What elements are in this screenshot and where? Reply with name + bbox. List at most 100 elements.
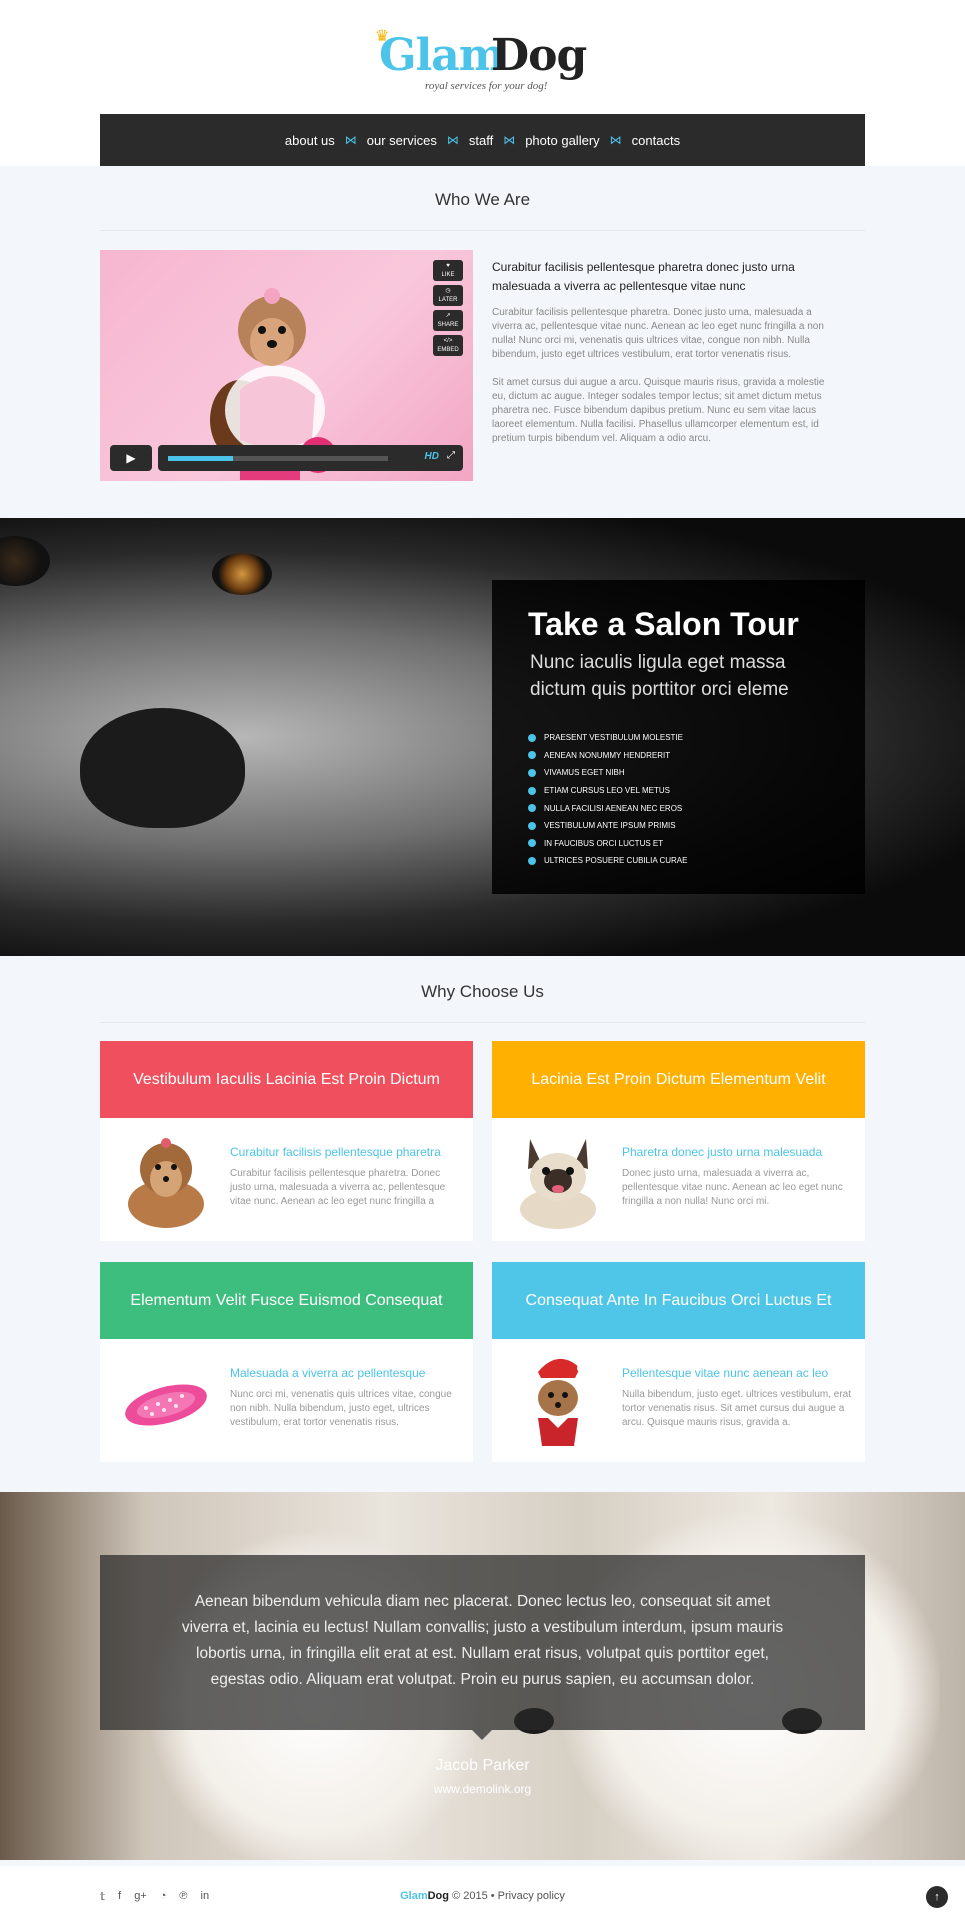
list-item: ULTRICES POSUERE CUBILIA CURAE (528, 852, 829, 870)
nav-photo-gallery[interactable]: photo gallery (519, 133, 605, 148)
salon-title: Take a Salon Tour (528, 606, 799, 642)
testimonial-site[interactable]: www.demolink.org (0, 1782, 965, 1796)
clock-icon: ◷ (445, 288, 451, 294)
share-label: SHARE (437, 322, 459, 328)
card-header[interactable]: Consequat Ante In Faucibus Orci Luctus E… (492, 1262, 865, 1339)
who-paragraph-2: Sit amet cursus dui augue a arcu. Quisqu… (492, 377, 825, 444)
who-text: Curabitur facilisis pellentesque pharetr… (492, 258, 832, 460)
list-item-text: NULLA FACILISI AENEAN NEC EROS (544, 803, 683, 813)
yorkie-santa-image (538, 1358, 587, 1446)
hd-badge[interactable]: HD (425, 451, 439, 462)
testimonial-quote: Aenean bibendum vehicula diam nec placer… (100, 1555, 865, 1740)
footer-brand-dog: Dog (427, 1890, 449, 1902)
later-label: LATER (438, 297, 458, 303)
card-text: Nunc orci mi, venenatis quis ultrices vi… (230, 1389, 452, 1428)
embed-button[interactable]: </> EMBED (433, 335, 463, 356)
french-bulldog-image (520, 1139, 596, 1229)
bullet-icon (528, 733, 536, 742)
video-player[interactable]: ♥ LIKE ◷ LATER ↗ SHARE </> EMBED ▶ HD ⤢ (100, 250, 473, 481)
nav-staff[interactable]: staff (463, 133, 499, 148)
later-button[interactable]: ◷ LATER (433, 285, 463, 306)
card-title[interactable]: Malesuada a viverra ac pellentesque (230, 1366, 425, 1380)
bullet-icon (528, 804, 536, 813)
logo-dog: Dog (491, 30, 587, 81)
who-title: Who We Are (434, 190, 531, 209)
bullet-icon (528, 821, 536, 830)
card-header[interactable]: Elementum Velit Fusce Euismod Consequat (100, 1262, 473, 1339)
bullet-icon (528, 751, 536, 760)
who-paragraph-1: Curabitur facilisis pellentesque pharetr… (492, 307, 824, 360)
card-title[interactable]: Pellentesque vitae nunc aenean ac leo (622, 1366, 828, 1380)
copyright-text[interactable]: © 2015 • Privacy policy (449, 1890, 565, 1902)
dog-eye-image (0, 536, 50, 586)
like-button[interactable]: ♥ LIKE (433, 260, 463, 281)
list-item: NULLA FACILISI AENEAN NEC EROS (528, 799, 829, 817)
list-item-text: AENEAN NONUMMY HENDRERIT (544, 750, 671, 760)
testimonial-section: Aenean bibendum vehicula diam nec placer… (0, 1492, 965, 1860)
list-item-text: VIVAMUS EGET NIBH (544, 768, 625, 778)
card-title[interactable]: Pharetra donec justo urna malesuada (622, 1145, 822, 1159)
card-text: Donec justo urna, malesuada a viverra ac… (622, 1168, 843, 1207)
list-item: AENEAN NONUMMY HENDRERIT (528, 747, 829, 765)
site-header: ♛ Glam Dog royal services for your dog! … (0, 0, 965, 166)
fullscreen-icon[interactable]: ⤢ (447, 450, 455, 461)
logo-glam: Glam (379, 30, 505, 81)
share-icon: ↗ (445, 313, 451, 319)
list-item-text: VESTIBULUM ANTE IPSUM PRIMIS (544, 821, 676, 831)
who-heading: Curabitur facilisis pellentesque pharetr… (492, 260, 795, 293)
video-progress[interactable]: HD ⤢ (158, 445, 463, 471)
salon-tour-section: Take a Salon Tour Nunc iaculis ligula eg… (0, 518, 965, 956)
feature-card: Lacinia Est Proin Dictum Elementum Velit… (492, 1041, 865, 1241)
card-header[interactable]: Lacinia Est Proin Dictum Elementum Velit (492, 1041, 865, 1118)
dog-eye-image (212, 553, 272, 595)
salon-list: PRAESENT VESTIBULUM MOLESTIE AENEAN NONU… (528, 729, 829, 870)
video-side-buttons: ♥ LIKE ◷ LATER ↗ SHARE </> EMBED (433, 260, 463, 356)
list-item: ETIAM CURSUS LEO VEL METUS (528, 782, 829, 800)
testimonial-author: Jacob Parker (435, 1757, 530, 1774)
bow-icon: ⋈ (446, 133, 459, 147)
list-item-text: PRAESENT VESTIBULUM MOLESTIE (544, 733, 683, 743)
salon-tour-box: Take a Salon Tour Nunc iaculis ligula eg… (492, 580, 865, 894)
like-label: LIKE (441, 272, 455, 278)
why-title: Why Choose Us (421, 982, 544, 1001)
site-footer: 𝕥 f g+ ◔ ℗ in GlamDog © 2015 • Privacy p… (0, 1866, 965, 1927)
bullet-icon (528, 768, 536, 777)
list-item-text: ULTRICES POSUERE CUBILIA CURAE (544, 856, 688, 866)
yorkie-image (128, 1138, 204, 1228)
bow-icon: ⋈ (344, 133, 357, 147)
feature-card: Consequat Ante In Faucibus Orci Luctus E… (492, 1262, 865, 1462)
play-button[interactable]: ▶ (110, 445, 152, 471)
bow-icon: ⋈ (609, 133, 622, 147)
bullet-icon (528, 856, 536, 865)
dog-nose-image (80, 708, 245, 828)
nav-about-us[interactable]: about us (279, 133, 341, 148)
card-text: Nulla bibendum, justo eget. ultrices ves… (622, 1389, 852, 1428)
nav-our-services[interactable]: our services (361, 133, 443, 148)
list-item-text: IN FAUCIBUS ORCI LUCTUS ET (544, 838, 664, 848)
share-button[interactable]: ↗ SHARE (433, 310, 463, 331)
card-title[interactable]: Curabitur facilisis pellentesque pharetr… (230, 1145, 441, 1159)
logo[interactable]: ♛ Glam Dog royal services for your dog! (375, 26, 595, 96)
list-item-text: ETIAM CURSUS LEO VEL METUS (544, 786, 670, 796)
salon-subtitle: Nunc iaculis ligula eget massa dictum qu… (530, 652, 789, 700)
list-item: IN FAUCIBUS ORCI LUCTUS ET (528, 835, 829, 853)
code-icon: </> (443, 338, 453, 344)
copyright: GlamDog © 2015 • Privacy policy (0, 1890, 965, 1902)
heart-icon: ♥ (446, 263, 450, 269)
list-item: VIVAMUS EGET NIBH (528, 764, 829, 782)
bullet-icon (528, 839, 536, 848)
card-text: Curabitur facilisis pellentesque pharetr… (230, 1168, 446, 1207)
progress-fill (168, 456, 233, 461)
footer-brand-glam: Glam (400, 1890, 428, 1902)
pink-brush-image (125, 1384, 207, 1426)
nav-contacts[interactable]: contacts (626, 133, 686, 148)
bullet-icon (528, 786, 536, 795)
bow-icon: ⋈ (503, 133, 516, 147)
feature-card: Elementum Velit Fusce Euismod Consequat … (100, 1262, 473, 1462)
list-item: VESTIBULUM ANTE IPSUM PRIMIS (528, 817, 829, 835)
feature-card: Vestibulum Iaculis Lacinia Est Proin Dic… (100, 1041, 473, 1241)
card-header[interactable]: Vestibulum Iaculis Lacinia Est Proin Dic… (100, 1041, 473, 1118)
logo-tagline: royal services for your dog! (425, 80, 548, 92)
video-controls: ▶ HD ⤢ (110, 445, 463, 471)
back-to-top-icon[interactable]: ↑ (926, 1886, 948, 1908)
